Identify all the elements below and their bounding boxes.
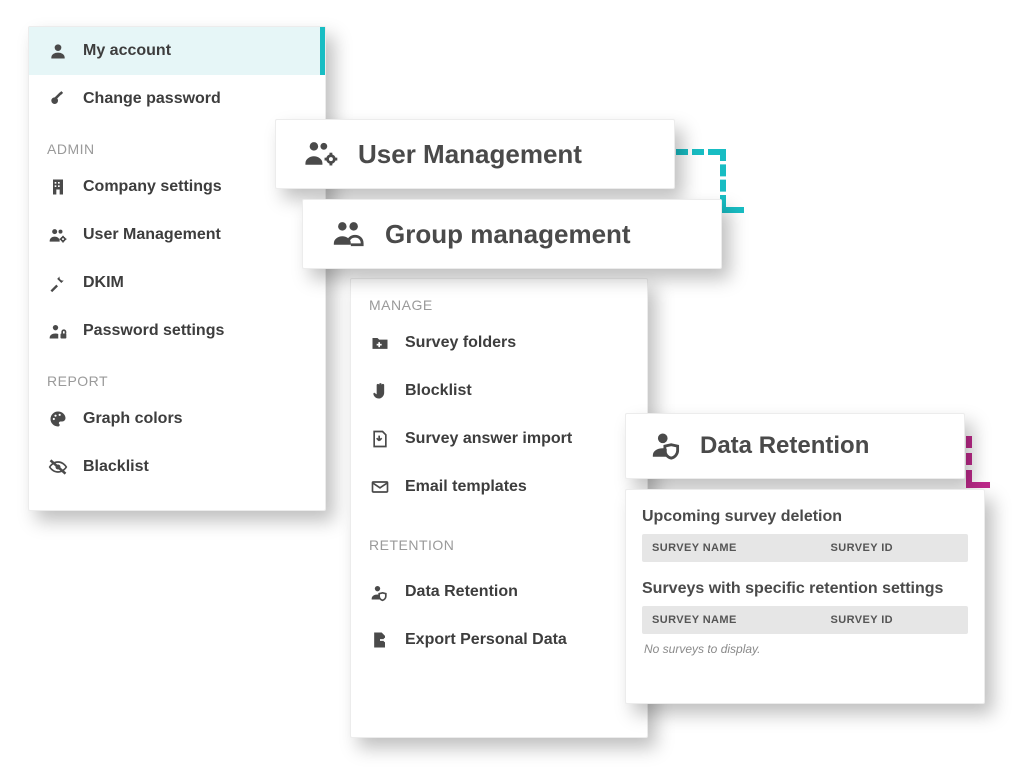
file-export-icon: [369, 629, 391, 651]
card-user-management: User Management: [275, 119, 675, 189]
folder-plus-icon: [369, 332, 391, 354]
retention-table-header: SURVEY NAME SURVEY ID: [642, 534, 968, 562]
retention-empty-message: No surveys to display.: [642, 634, 968, 660]
retention-heading-upcoming: Upcoming survey deletion: [642, 508, 968, 526]
retention-heading-specific: Surveys with specific retention settings: [642, 580, 968, 598]
sidebar-item-email-templates[interactable]: Email templates: [351, 463, 647, 511]
settings-menu-right: MANAGE Survey folders Blocklist Survey a…: [350, 278, 648, 738]
palette-icon: [47, 408, 69, 430]
user-shield-icon: [369, 581, 391, 603]
sidebar-item-label: My account: [83, 42, 171, 60]
sidebar-item-label: Blacklist: [83, 458, 149, 476]
sidebar-item-label: User Management: [83, 226, 221, 244]
sidebar-item-label: Graph colors: [83, 410, 183, 428]
users-gear-icon: [47, 224, 69, 246]
settings-menu-left: My account Change password ADMIN Company…: [28, 26, 326, 511]
sidebar-item-user-management[interactable]: User Management: [29, 211, 325, 259]
card-title: Group management: [385, 219, 631, 250]
sidebar-item-survey-answer-import[interactable]: Survey answer import: [351, 415, 647, 463]
section-retention: RETENTION: [351, 511, 647, 559]
sidebar-item-blacklist[interactable]: Blacklist: [29, 443, 325, 491]
sidebar-item-data-retention[interactable]: Data Retention: [351, 559, 647, 616]
sidebar-item-label: Company settings: [83, 178, 222, 196]
users-gear-icon: [304, 135, 338, 174]
sidebar-item-export-personal-data[interactable]: Export Personal Data: [351, 616, 647, 664]
card-title: Data Retention: [700, 432, 869, 460]
retention-table-header-2: SURVEY NAME SURVEY ID: [642, 606, 968, 634]
sidebar-item-label: Change password: [83, 90, 221, 108]
connector-teal-top-h1: [676, 149, 720, 155]
sidebar-item-label: Email templates: [405, 478, 527, 496]
sidebar-item-blocklist[interactable]: Blocklist: [351, 367, 647, 415]
user-shield-icon: [650, 427, 684, 466]
retention-detail-panel: Upcoming survey deletion SURVEY NAME SUR…: [625, 489, 985, 704]
import-icon: [369, 428, 391, 450]
sidebar-item-label: Survey folders: [405, 334, 516, 352]
card-title: User Management: [358, 139, 582, 170]
col-survey-name: SURVEY NAME: [652, 542, 831, 554]
account-icon: [47, 40, 69, 62]
connector-teal-top-h2: [720, 207, 744, 213]
users-group-icon: [331, 215, 365, 254]
key-icon: [47, 88, 69, 110]
sidebar-item-label: Survey answer import: [405, 430, 572, 448]
envelope-icon: [369, 476, 391, 498]
sidebar-item-label: Data Retention: [405, 583, 518, 601]
sidebar-item-label: Password settings: [83, 322, 224, 340]
section-report: REPORT: [29, 355, 325, 395]
sidebar-item-password-settings[interactable]: Password settings: [29, 307, 325, 355]
sidebar-item-change-password[interactable]: Change password: [29, 75, 325, 123]
user-lock-icon: [47, 320, 69, 342]
eye-slash-icon: [47, 456, 69, 478]
card-group-management: Group management: [302, 199, 722, 269]
tools-icon: [47, 272, 69, 294]
col-survey-name: SURVEY NAME: [652, 614, 831, 626]
sidebar-item-label: DKIM: [83, 274, 124, 292]
sidebar-item-label: Export Personal Data: [405, 631, 567, 649]
sidebar-item-label: Blocklist: [405, 382, 472, 400]
building-icon: [47, 176, 69, 198]
sidebar-item-dkim[interactable]: DKIM: [29, 259, 325, 307]
connector-pink-card-v: [966, 436, 972, 482]
section-manage: MANAGE: [351, 279, 647, 319]
sidebar-item-survey-folders[interactable]: Survey folders: [351, 319, 647, 367]
col-survey-id: SURVEY ID: [831, 542, 959, 554]
card-data-retention: Data Retention: [625, 413, 965, 479]
sidebar-item-my-account[interactable]: My account: [29, 27, 325, 75]
col-survey-id: SURVEY ID: [831, 614, 959, 626]
connector-pink-card-h: [966, 482, 990, 488]
sidebar-item-graph-colors[interactable]: Graph colors: [29, 395, 325, 443]
hand-icon: [369, 380, 391, 402]
